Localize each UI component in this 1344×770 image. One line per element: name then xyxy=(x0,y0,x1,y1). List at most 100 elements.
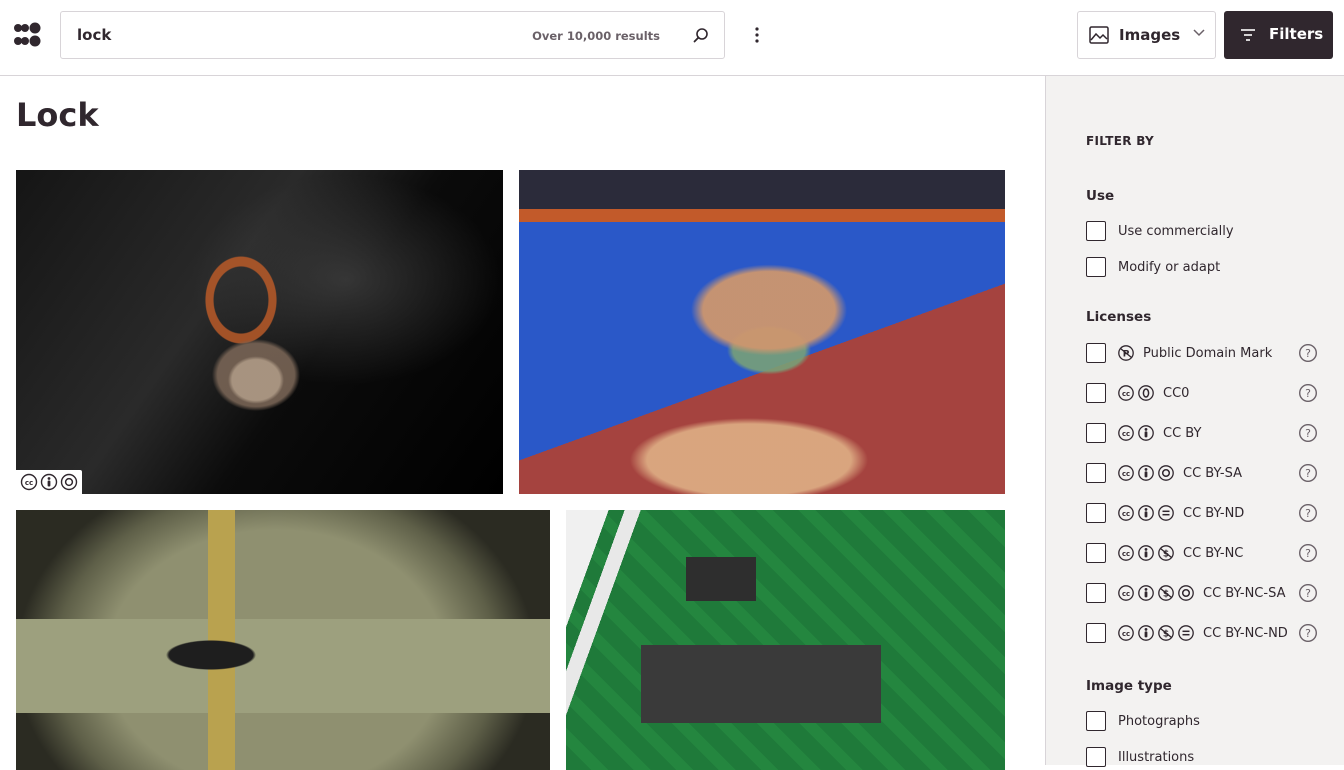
svg-text:?: ? xyxy=(1305,507,1311,520)
help-icon[interactable]: ? xyxy=(1298,343,1318,363)
filter-option-label: CC BY-ND xyxy=(1183,505,1245,521)
svg-text:cc: cc xyxy=(1122,390,1130,398)
svg-text:cc: cc xyxy=(1122,550,1130,558)
filter-sidebar: FILTER BY Use Use commercially Modify or… xyxy=(1045,76,1344,767)
sa-icon xyxy=(1158,465,1174,481)
checkbox[interactable] xyxy=(1086,423,1106,443)
nc-icon: $ xyxy=(1158,545,1174,561)
by-icon xyxy=(1138,465,1154,481)
checkbox[interactable] xyxy=(1086,383,1106,403)
help-icon[interactable]: ? xyxy=(1298,463,1318,483)
site-header: lock Over 10,000 results Images Filters xyxy=(0,0,1344,76)
help-icon[interactable]: ? xyxy=(1298,623,1318,643)
filter-option-license[interactable]: cc $ CC BY-NC? xyxy=(1086,542,1318,564)
checkbox[interactable] xyxy=(1086,503,1106,523)
svg-text:cc: cc xyxy=(1122,470,1130,478)
use-section-title: Use xyxy=(1086,188,1115,204)
cc-icon: cc xyxy=(20,473,38,491)
checkbox[interactable] xyxy=(1086,221,1106,241)
license-icons: cc xyxy=(1117,384,1155,402)
svg-text:cc: cc xyxy=(25,479,33,487)
nd-icon xyxy=(1178,625,1194,641)
chevron-down-icon xyxy=(1193,29,1205,37)
help-icon[interactable]: ? xyxy=(1298,503,1318,523)
search-icon xyxy=(693,28,708,43)
filters-button[interactable]: Filters xyxy=(1224,11,1333,59)
license-badge: cc xyxy=(16,470,82,494)
help-icon[interactable]: ? xyxy=(1298,423,1318,443)
sa-icon xyxy=(60,473,78,491)
filter-by-heading: FILTER BY xyxy=(1086,134,1155,148)
svg-text:?: ? xyxy=(1305,427,1311,440)
licenses-section-title: Licenses xyxy=(1086,309,1152,325)
svg-text:?: ? xyxy=(1305,347,1311,360)
checkbox[interactable] xyxy=(1086,623,1106,643)
checkbox[interactable] xyxy=(1086,257,1106,277)
page-title: Lock xyxy=(16,96,99,134)
svg-text:cc: cc xyxy=(1122,430,1130,438)
license-icons: cc $ xyxy=(1117,544,1175,562)
search-input[interactable]: lock xyxy=(77,26,111,44)
cc-icon: cc xyxy=(1118,425,1134,441)
cc-icon: cc xyxy=(1118,545,1134,561)
result-image[interactable] xyxy=(519,170,1005,494)
filter-icon xyxy=(1241,29,1255,41)
filter-option-license[interactable]: cc CC BY-ND? xyxy=(1086,502,1318,524)
filter-option-license[interactable]: P Public Domain Mark? xyxy=(1086,342,1318,364)
filter-option-label: CC BY-NC-SA xyxy=(1203,585,1286,601)
svg-text:?: ? xyxy=(1305,587,1311,600)
filter-option-license[interactable]: cc $ CC BY-NC-SA? xyxy=(1086,582,1318,604)
filter-option-label: Use commercially xyxy=(1118,223,1234,239)
filter-option-label: CC BY-SA xyxy=(1183,465,1242,481)
svg-text:cc: cc xyxy=(1122,630,1130,638)
filter-option-modify-or-adapt[interactable]: Modify or adapt xyxy=(1086,256,1318,278)
more-menu-button[interactable] xyxy=(743,21,771,49)
filter-option-label: Photographs xyxy=(1118,713,1200,729)
nc-icon: $ xyxy=(1158,585,1174,601)
by-icon xyxy=(1138,505,1154,521)
image-type-section-title: Image type xyxy=(1086,678,1172,694)
filter-option-photographs[interactable]: Photographs xyxy=(1086,710,1318,732)
filter-option-label: Public Domain Mark xyxy=(1143,345,1273,361)
filter-option-label: Modify or adapt xyxy=(1118,259,1221,275)
checkbox[interactable] xyxy=(1086,543,1106,563)
filters-label: Filters xyxy=(1269,25,1324,43)
svg-text:?: ? xyxy=(1305,627,1311,640)
openverse-logo-icon[interactable] xyxy=(14,22,42,48)
content-type-select[interactable]: Images xyxy=(1077,11,1216,59)
search-button[interactable] xyxy=(684,18,718,52)
checkbox[interactable] xyxy=(1086,747,1106,767)
pdm-icon: P xyxy=(1118,345,1134,361)
filter-option-license[interactable]: cc CC BY-SA? xyxy=(1086,462,1318,484)
help-icon[interactable]: ? xyxy=(1298,543,1318,563)
filter-option-license[interactable]: cc CC0? xyxy=(1086,382,1318,404)
checkbox[interactable] xyxy=(1086,463,1106,483)
license-icons: P xyxy=(1117,344,1135,362)
checkbox[interactable] xyxy=(1086,343,1106,363)
filter-option-label: CC0 xyxy=(1163,385,1190,401)
nc-icon: $ xyxy=(1158,625,1174,641)
svg-text:?: ? xyxy=(1305,547,1311,560)
by-icon xyxy=(1138,545,1154,561)
cc-icon: cc xyxy=(1118,585,1134,601)
license-icons: cc xyxy=(1117,504,1175,522)
help-icon[interactable]: ? xyxy=(1298,383,1318,403)
search-bar[interactable]: lock Over 10,000 results xyxy=(60,11,725,59)
by-icon xyxy=(1138,585,1154,601)
filter-option-use-commercially[interactable]: Use commercially xyxy=(1086,220,1318,242)
help-icon[interactable]: ? xyxy=(1298,583,1318,603)
checkbox[interactable] xyxy=(1086,711,1106,731)
result-image[interactable]: cc xyxy=(16,170,503,494)
svg-text:?: ? xyxy=(1305,467,1311,480)
checkbox[interactable] xyxy=(1086,583,1106,603)
result-image[interactable] xyxy=(566,510,1005,770)
content-type-label: Images xyxy=(1119,26,1181,44)
nd-icon xyxy=(1158,505,1174,521)
filter-option-license[interactable]: cc CC BY? xyxy=(1086,422,1318,444)
license-icons: cc $ xyxy=(1117,624,1195,642)
filter-option-license[interactable]: cc $ CC BY-NC-ND? xyxy=(1086,622,1318,644)
more-vertical-icon xyxy=(755,27,759,43)
license-icons: cc xyxy=(1117,424,1155,442)
filter-option-label: Illustrations xyxy=(1118,749,1195,765)
result-image[interactable] xyxy=(16,510,550,770)
